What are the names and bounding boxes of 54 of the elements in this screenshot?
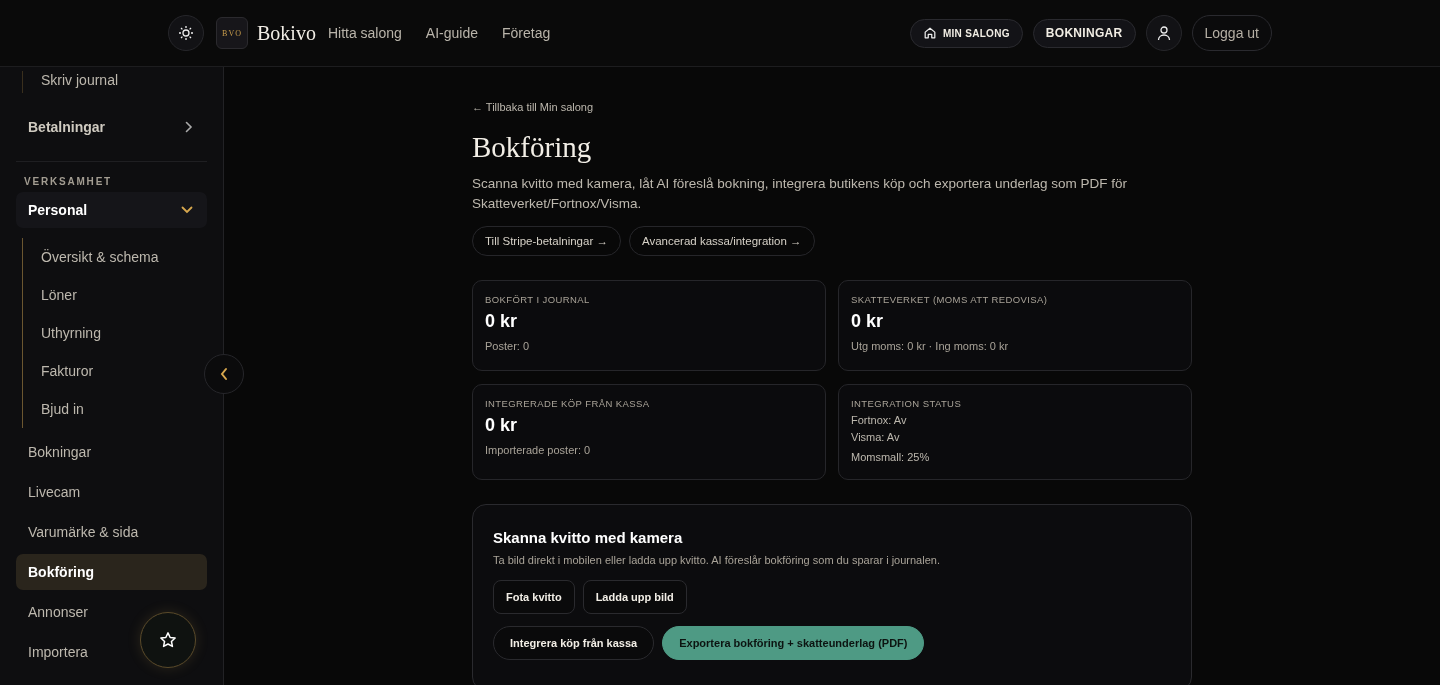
sidebar-item[interactable]: Annonser [16, 594, 100, 630]
action-button[interactable]: Ladda upp bild [582, 580, 687, 614]
card-note: Importerade poster: 0 [485, 444, 592, 456]
sidebar-item[interactable]: Varumärke & sida [16, 514, 151, 550]
card-label: SKATTEVERKET (MOMS ATT REDOVISA) [851, 294, 1049, 305]
action-button[interactable]: Fota kvitto [493, 580, 575, 614]
sidebar-group[interactable]: Personal [16, 192, 207, 228]
bookings-button[interactable]: BOKNINGAR [1032, 18, 1136, 48]
sidebar-item[interactable]: Bokföring [16, 554, 207, 590]
card-note: Utg moms: 0 kr · Ing moms: 0 kr [851, 340, 1010, 352]
star-icon [159, 631, 177, 649]
logo-badge[interactable]: BVO [216, 17, 248, 49]
page-description: Scanna kvitto med kamera, låt AI föreslå bokning, integrera butikens köp och exportera underlag som PDF för Skatteverket/Fortnox/Visma. [472, 175, 1129, 213]
my-salon-button[interactable]: MIN SALONG [909, 18, 1023, 48]
export-button[interactable]: Exportera bokföring + skatteunderlag (PDF) [662, 626, 925, 660]
section-heading: VERKSAMHET [23, 176, 113, 187]
nav-link[interactable]: Hitta salong [327, 25, 402, 41]
card-value: 0 kr [485, 415, 519, 436]
back-link[interactable]: ← Tillbaka till Min salong [472, 101, 594, 113]
theme-toggle-button[interactable] [168, 15, 204, 51]
card-label: BOKFÖRT I JOURNAL [485, 294, 591, 305]
card-value: 0 kr [851, 311, 885, 332]
home-icon [922, 26, 937, 40]
sidebar-subitem[interactable]: Löner [35, 276, 207, 314]
panel-title: Skanna kvitto med kamera [493, 529, 684, 546]
sidebar-item[interactable]: Bokningar [16, 434, 104, 470]
card-note: Momsmall: 25% [851, 451, 931, 463]
card-label: INTEGRERADE KÖP FRÅN KASSA [485, 398, 651, 409]
chevron-right-icon [185, 121, 193, 133]
sidebar-subitem[interactable]: Översikt & schema [35, 238, 207, 276]
chevron-left-icon [219, 367, 229, 381]
sidebar-subitem[interactable]: Uthyrning [35, 314, 207, 352]
sidebar-subitem[interactable]: Bjud in [35, 390, 207, 428]
sidebar-item[interactable]: Importera [16, 634, 100, 670]
sidebar-item[interactable]: Livecam [16, 474, 93, 510]
status-line: Fortnox: Av [851, 414, 908, 426]
profile-button[interactable] [1145, 15, 1182, 51]
person-icon [1155, 25, 1172, 41]
card-label: INTEGRATION STATUS [851, 398, 963, 409]
sidebar-subitem[interactable]: Fakturor [35, 352, 207, 390]
card-value: 0 kr [485, 311, 519, 332]
action-button[interactable]: Integrera köp från kassa [493, 626, 655, 660]
nav-link[interactable]: AI-guide [425, 25, 478, 41]
card-note: Poster: 0 [485, 340, 531, 352]
logout-button[interactable]: Logga ut [1191, 15, 1272, 51]
page-title: Bokföring [472, 131, 593, 164]
sidebar-subitem[interactable]: Skriv journal [35, 71, 207, 89]
chevron-down-icon [181, 206, 193, 214]
status-line: Visma: Av [851, 431, 901, 443]
nav-link[interactable]: Företag [502, 25, 551, 41]
panel-text: Ta bild direkt i mobilen eller ladda upp kvitto. AI föreslår bokföring som du sparar i journalen. [493, 554, 941, 566]
sun-icon [178, 25, 194, 41]
brand-name[interactable]: Bokivo [257, 21, 316, 45]
sidebar-group[interactable]: Betalningar [16, 109, 207, 145]
